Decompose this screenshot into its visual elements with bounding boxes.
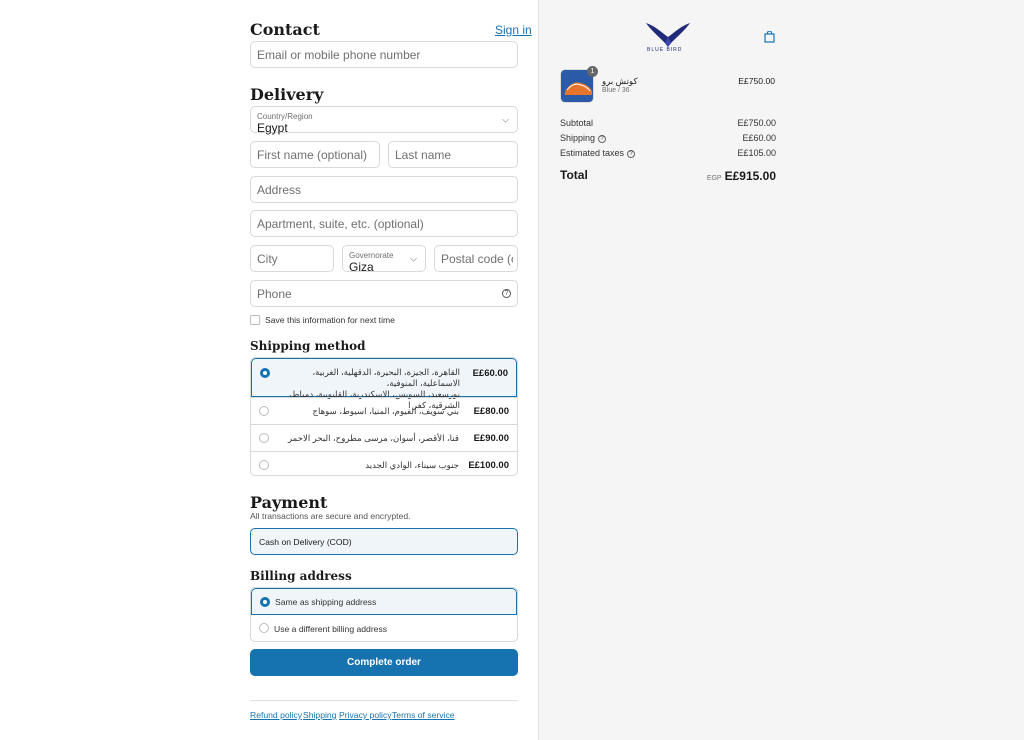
total-amount: EGP E£915.00 (707, 169, 776, 183)
shipping-method-heading: Shipping method (250, 339, 366, 353)
checkout-main: Contact Sign in Email or mobile phone nu… (0, 0, 538, 740)
save-info-label: Save this information for next time (265, 315, 395, 325)
governorate-label: Governorate (349, 251, 394, 260)
payment-method-label: Cash on Delivery (COD) (259, 536, 352, 547)
privacy-policy-link[interactable]: Privacy policy (339, 710, 392, 720)
contact-heading: Contact (250, 20, 320, 39)
shipping-option[interactable]: قنا، الأقصر، أسوان، مرسى مطروح، البحر ال… (251, 424, 517, 451)
shipping-row: Shipping? E£60.00 (560, 133, 776, 143)
footer-divider (250, 700, 518, 701)
subtotal-label: Subtotal (560, 118, 594, 128)
terms-link[interactable]: Terms of service (392, 710, 455, 720)
radio-unselected[interactable] (259, 460, 269, 470)
first-name-placeholder: First name (optional) (257, 147, 368, 162)
taxes-row: Estimated taxes? E£105.00 (560, 148, 776, 158)
shipping-option-price: E£60.00 (472, 368, 508, 379)
address-placeholder: Address (257, 182, 302, 197)
country-value: Egypt (257, 121, 288, 135)
last-name-placeholder: Last name (395, 147, 452, 162)
sign-in-link[interactable]: Sign in (495, 23, 532, 37)
city-field[interactable]: City (250, 245, 334, 272)
apartment-field[interactable]: Apartment, suite, etc. (optional) (250, 210, 518, 237)
product-variant: Blue / 36 (602, 87, 630, 94)
country-select[interactable]: Country/Region Egypt ⌵ (250, 106, 518, 135)
shipping-option[interactable]: القاهرة، الجيزة، البحيرة، الدقهلية، الغر… (251, 358, 517, 410)
order-summary: BLUE BIRD 1 كوتش برو Blue / 36 E£750.00 … (538, 0, 1024, 740)
quantity-badge: 1 (587, 66, 598, 77)
radio-selected[interactable] (260, 368, 270, 378)
save-info-checkbox[interactable] (250, 315, 260, 325)
product-name: كوتش برو (602, 76, 638, 86)
governorate-value: Giza (349, 260, 374, 274)
billing-option-same[interactable]: Same as shipping address (251, 588, 517, 615)
phone-placeholder: Phone (257, 286, 292, 301)
payment-heading: Payment (250, 493, 328, 512)
question-icon[interactable]: ? (598, 134, 607, 143)
phone-field[interactable]: Phone ? (250, 280, 518, 307)
last-name-field[interactable]: Last name (388, 141, 518, 168)
billing-options: Same as shipping address Use a different… (250, 587, 518, 642)
country-label: Country/Region (257, 112, 313, 121)
logo-text: BLUE BIRD (647, 47, 683, 53)
billing-same-label: Same as shipping address (275, 596, 377, 607)
radio-selected[interactable] (260, 597, 270, 607)
apartment-placeholder: Apartment, suite, etc. (optional) (257, 216, 424, 231)
help-icon[interactable]: ? (502, 289, 511, 298)
shipping-option[interactable]: جنوب سيناء، الوادي الجديد E£100.00 (251, 451, 517, 475)
radio-unselected[interactable] (259, 406, 269, 416)
shipping-value: E£60.00 (742, 133, 776, 143)
shipping-option-price: E£80.00 (473, 406, 509, 417)
shipping-link[interactable]: Shipping (303, 710, 336, 720)
shopping-bag-icon[interactable] (764, 30, 775, 48)
shipping-option[interactable]: بني سويف، الفيوم، المنيا، اسيوط، سوهاج E… (251, 397, 517, 424)
postal-code-field[interactable]: Postal code (optional) (434, 245, 518, 272)
shipping-option-line: القاهرة، الجيزة، البحيرة، الدقهلية، الغر… (312, 367, 460, 388)
payment-subtitle: All transactions are secure and encrypte… (250, 511, 411, 521)
shipping-option-label: بني سويف، الفيوم، المنيا، اسيوط، سوهاج (312, 406, 459, 416)
radio-unselected[interactable] (259, 623, 269, 633)
first-name-field[interactable]: First name (optional) (250, 141, 380, 168)
question-icon[interactable]: ? (627, 149, 636, 158)
billing-heading: Billing address (250, 569, 352, 583)
billing-option-different[interactable]: Use a different billing address (251, 615, 517, 641)
billing-different-label: Use a different billing address (274, 623, 388, 634)
shipping-option-price: E£90.00 (473, 433, 509, 444)
total-value: E£915.00 (724, 169, 776, 183)
subtotal-value: E£750.00 (737, 118, 776, 128)
delivery-heading: Delivery (250, 85, 324, 104)
product-price: E£750.00 (738, 76, 775, 86)
currency-code: EGP (706, 175, 722, 182)
subtotal-row: Subtotal E£750.00 (560, 118, 776, 128)
complete-order-button[interactable]: Complete order (250, 649, 518, 676)
total-row: Total EGP E£915.00 (560, 168, 776, 184)
chevron-down-icon: ⌵ (410, 253, 417, 263)
payment-method[interactable]: Cash on Delivery (COD) (250, 528, 518, 555)
address-field[interactable]: Address (250, 176, 518, 203)
shipping-option-label: جنوب سيناء، الوادي الجديد (365, 460, 459, 470)
email-placeholder: Email or mobile phone number (257, 47, 421, 62)
shipping-options: القاهرة، الجيزة، البحيرة، الدقهلية، الغر… (250, 357, 518, 476)
shipping-option-price: E£100.00 (468, 460, 509, 471)
chevron-down-icon: ⌵ (502, 114, 509, 124)
governorate-select[interactable]: Governorate Giza ⌵ (342, 245, 426, 274)
radio-unselected[interactable] (259, 433, 269, 443)
shipping-option-label: قنا، الأقصر، أسوان، مرسى مطروح، البحر ال… (287, 433, 459, 443)
city-placeholder: City (257, 251, 278, 266)
total-label: Total (560, 168, 588, 182)
refund-policy-link[interactable]: Refund policy (250, 710, 302, 720)
postal-placeholder: Postal code (optional) (441, 251, 513, 266)
taxes-value: E£105.00 (737, 148, 776, 158)
email-field[interactable]: Email or mobile phone number (250, 41, 518, 68)
taxes-label: Estimated taxes (560, 148, 625, 158)
shipping-label: Shipping (560, 133, 596, 143)
